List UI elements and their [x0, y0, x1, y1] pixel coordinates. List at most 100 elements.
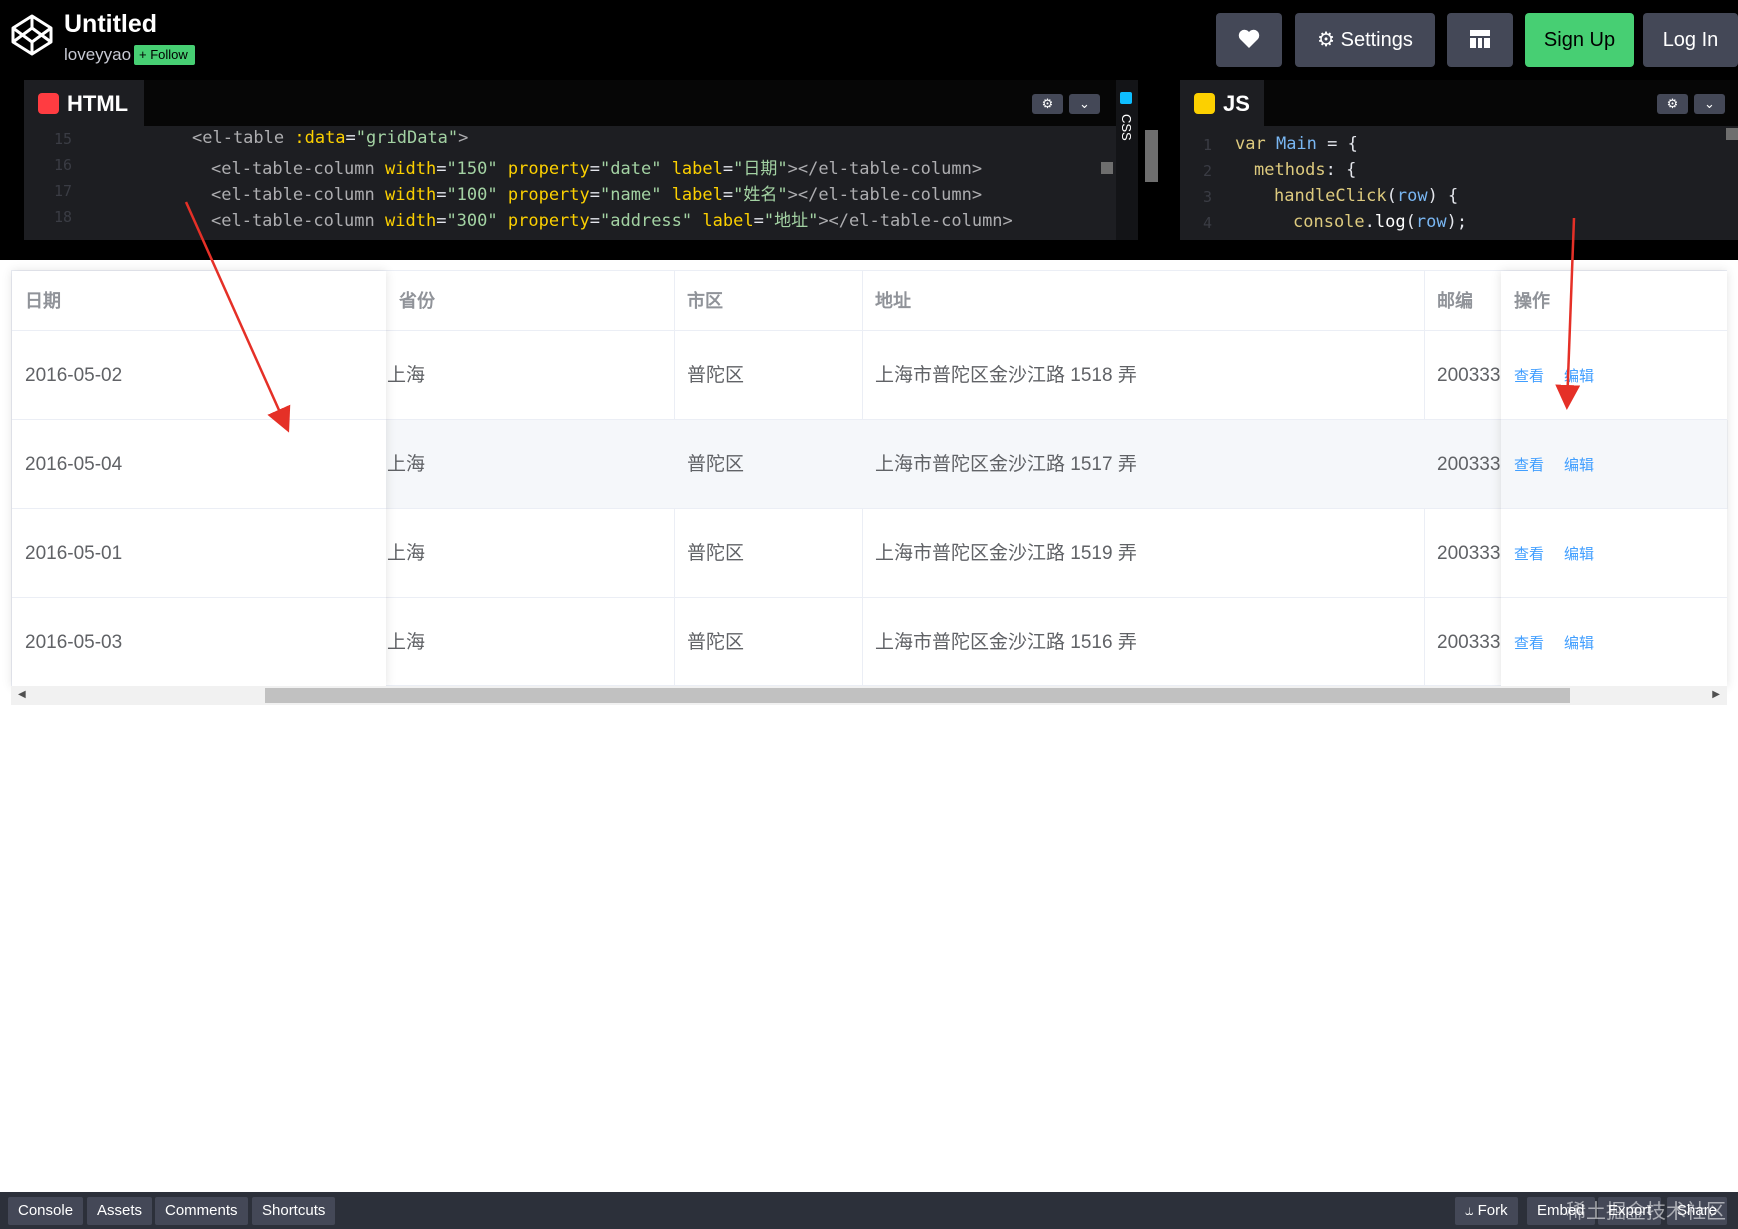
tab-html-label: HTML [67, 91, 129, 116]
cell-address: 上海市普陀区金沙江路 1518 弄 [862, 331, 1424, 420]
html-scroll-marker[interactable] [1101, 162, 1113, 174]
bottom-bar: Console Assets Comments Shortcuts ⥿ Fork… [0, 1192, 1738, 1229]
html-settings-button[interactable]: ⚙ [1032, 94, 1063, 114]
css-badge-icon [1120, 92, 1132, 104]
data-table: 省份 市区 地址 邮编 上海 普陀区 上海市普陀区金沙江路 1518 弄 200… [11, 270, 1728, 687]
cell-province: 上海 [374, 509, 674, 598]
cell-date: 2016-05-03 [12, 598, 386, 687]
scroll-left-arrow-icon[interactable]: ◀ [18, 689, 26, 700]
cell-zip: 200333 [1424, 420, 1504, 509]
log-in-button[interactable]: Log In [1643, 13, 1738, 67]
pen-title[interactable]: Untitled [64, 10, 157, 39]
line-number: 18 [53, 208, 72, 226]
chevron-down-icon: ⌄ [1079, 96, 1090, 111]
sign-up-button[interactable]: Sign Up [1525, 13, 1634, 67]
heart-icon [1238, 29, 1260, 48]
html-editor-header [24, 80, 1116, 126]
view-button[interactable]: 查看 [1514, 546, 1544, 563]
cell-city: 普陀区 [674, 509, 862, 598]
follow-button[interactable]: + Follow [134, 45, 195, 65]
header-zip: 邮编 [1424, 271, 1504, 331]
cell-city: 普陀区 [674, 598, 862, 687]
line-number: 3 [1202, 188, 1212, 206]
css-editor-collapsed[interactable]: CSS [1116, 80, 1138, 240]
code-line: console.log(row); [1293, 212, 1468, 232]
cell-date: 2016-05-02 [12, 331, 386, 420]
cell-zip: 200333 [1424, 331, 1504, 420]
header-city: 市区 [674, 271, 862, 331]
cell-address: 上海市普陀区金沙江路 1516 弄 [862, 598, 1424, 687]
fixed-right-column: 操作 查看 编辑 查看 编辑 查看 编辑 查看 编辑 [1501, 271, 1727, 687]
edit-button[interactable]: 编辑 [1564, 368, 1594, 385]
comments-button[interactable]: Comments [155, 1197, 248, 1225]
js-collapse-button[interactable]: ⌄ [1694, 94, 1725, 114]
html-badge-icon [38, 93, 59, 114]
change-view-button[interactable] [1447, 13, 1513, 67]
header-date: 日期 [12, 271, 386, 331]
html-editor[interactable]: HTML ⚙ ⌄ 15 <el-table :data="gridData"> … [24, 80, 1116, 240]
cell-province: 上海 [374, 331, 674, 420]
edit-button[interactable]: 编辑 [1564, 635, 1594, 652]
cell-city: 普陀区 [674, 420, 862, 509]
code-line: methods: { [1254, 160, 1357, 180]
line-number: 17 [53, 182, 72, 200]
view-button[interactable]: 查看 [1514, 457, 1544, 474]
gear-icon: ⚙ [1317, 29, 1336, 51]
fork-button[interactable]: ⥿ Fork [1455, 1197, 1518, 1225]
code-line: var Main = { [1235, 134, 1358, 154]
js-settings-button[interactable]: ⚙ [1657, 94, 1688, 114]
edit-button[interactable]: 编辑 [1564, 546, 1594, 563]
cell-address: 上海市普陀区金沙江路 1517 弄 [862, 420, 1424, 509]
love-button[interactable] [1216, 13, 1282, 67]
js-badge-icon [1194, 93, 1215, 114]
tab-html[interactable]: HTML [24, 80, 144, 128]
tab-js[interactable]: JS [1180, 80, 1264, 128]
line-number: 4 [1202, 214, 1212, 232]
code-line: <el-table :data="gridData"> [192, 128, 469, 148]
cell-actions: 查看 编辑 [1501, 509, 1727, 598]
line-number: 16 [53, 156, 72, 174]
editor-scrollbar[interactable] [1145, 130, 1158, 182]
codepen-logo-icon[interactable] [10, 13, 54, 57]
scrollbar-thumb[interactable] [265, 688, 1570, 703]
code-line: <el-table-column width="150" property="d… [211, 159, 983, 179]
gear-icon: ⚙ [1666, 96, 1679, 111]
html-code[interactable]: 15 <el-table :data="gridData"> 16 <el-ta… [24, 128, 1116, 240]
code-line: <el-table-column width="100" property="n… [211, 185, 983, 205]
line-number: 15 [53, 130, 72, 148]
cell-date: 2016-05-01 [12, 509, 386, 598]
view-button[interactable]: 查看 [1514, 635, 1544, 652]
scroll-right-arrow-icon[interactable]: ▶ [1712, 689, 1720, 700]
fork-icon: ⥿ [1465, 1202, 1478, 1219]
tab-js-label: JS [1223, 91, 1250, 116]
header-province: 省份 [386, 271, 686, 331]
header-actions: 操作 [1501, 271, 1727, 331]
console-button[interactable]: Console [8, 1197, 84, 1225]
chevron-down-icon: ⌄ [1704, 96, 1715, 111]
cell-province: 上海 [374, 598, 674, 687]
js-editor[interactable]: JS ⚙ ⌄ 1 var Main = { 2 methods: { 3 han… [1180, 80, 1738, 240]
js-code[interactable]: 1 var Main = { 2 methods: { 3 handleClic… [1180, 134, 1738, 240]
cell-province: 上海 [374, 420, 674, 509]
cell-city: 普陀区 [674, 331, 862, 420]
code-line: <el-table-column width="300" property="a… [211, 211, 1013, 231]
html-collapse-button[interactable]: ⌄ [1069, 94, 1100, 114]
cell-actions: 查看 编辑 [1501, 331, 1727, 420]
assets-button[interactable]: Assets [87, 1197, 153, 1225]
fork-label: Fork [1477, 1202, 1508, 1219]
author-name[interactable]: loveyyao [64, 45, 131, 65]
cell-zip: 200333 [1424, 509, 1504, 598]
table-horizontal-scrollbar[interactable]: ◀ ▶ [11, 686, 1727, 705]
settings-label: Settings [1340, 29, 1413, 51]
cell-address: 上海市普陀区金沙江路 1519 弄 [862, 509, 1424, 598]
settings-button[interactable]: ⚙ Settings [1295, 13, 1435, 67]
code-line: handleClick(row) { [1274, 186, 1459, 206]
cell-actions: 查看 编辑 [1501, 598, 1727, 687]
gear-icon: ⚙ [1041, 96, 1054, 111]
edit-button[interactable]: 编辑 [1564, 457, 1594, 474]
js-scroll-marker[interactable] [1726, 128, 1738, 140]
editor-panel: HTML ⚙ ⌄ 15 <el-table :data="gridData"> … [0, 80, 1738, 260]
tab-css[interactable]: CSS [1119, 114, 1134, 141]
view-button[interactable]: 查看 [1514, 368, 1544, 385]
shortcuts-button[interactable]: Shortcuts [252, 1197, 336, 1225]
